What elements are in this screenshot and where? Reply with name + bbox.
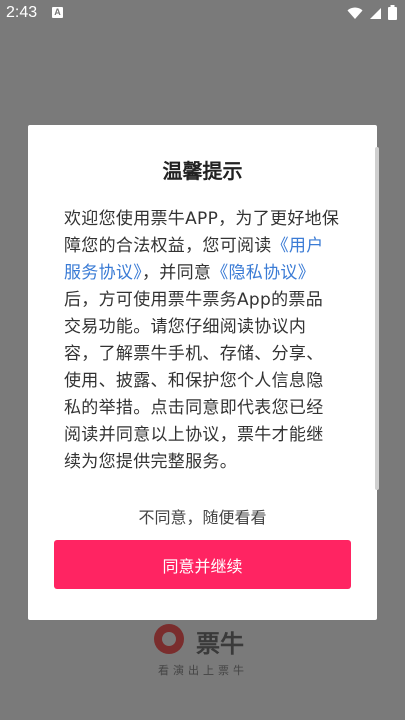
- body-text-2: ，并同意: [142, 263, 212, 283]
- dialog-body: 欢迎您使用票牛APP，为了更好地保障您的合法权益，您可阅读《用户服务协议》，并同…: [64, 206, 340, 476]
- disagree-button[interactable]: 不同意，随便看看: [28, 504, 377, 528]
- privacy-policy-link[interactable]: 《隐私协议》: [211, 263, 315, 283]
- dialog-scrollbar[interactable]: [375, 147, 379, 490]
- status-bar: 2:43 A: [0, 0, 405, 26]
- brand-logo: 票牛 看演出上票牛: [150, 620, 260, 680]
- logo-mark-icon: [154, 624, 184, 654]
- battery-icon: [388, 5, 397, 24]
- status-time: 2:43: [6, 4, 38, 21]
- logo-text: 票牛: [196, 630, 244, 658]
- wifi-icon: [347, 6, 363, 24]
- notification-badge-icon: A: [52, 7, 63, 18]
- dialog-title: 温馨提示: [162, 159, 243, 183]
- agree-continue-button[interactable]: 同意并继续: [54, 540, 351, 589]
- status-icons: [347, 5, 397, 24]
- logo-slogan: 看演出上票牛: [158, 664, 248, 677]
- body-text-3: 后，方可使用票牛票务App的票品交易功能。请您仔细阅读协议内容，了解票牛手机、存…: [64, 290, 324, 472]
- signal-icon: [369, 6, 382, 24]
